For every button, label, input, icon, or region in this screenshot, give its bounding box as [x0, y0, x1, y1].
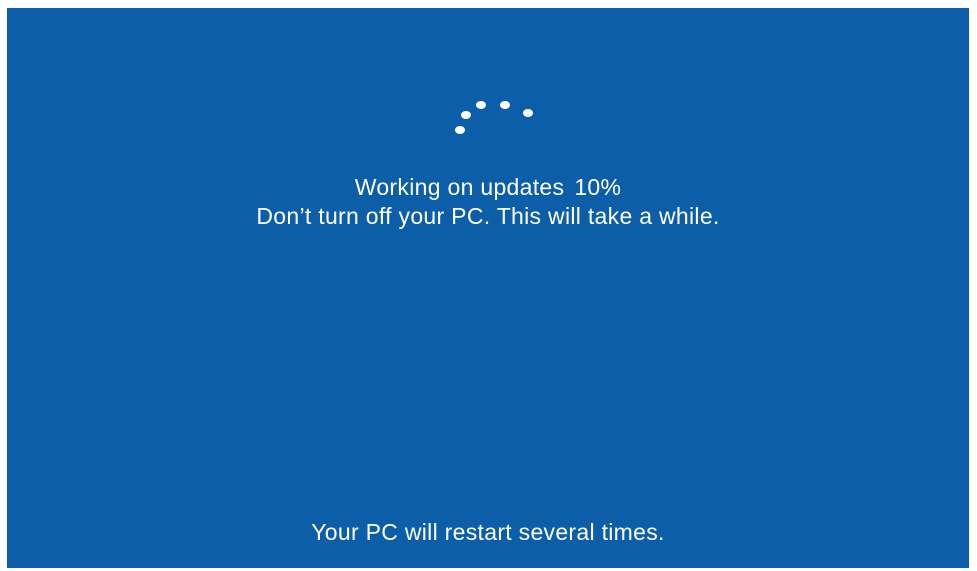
spinner-dot-icon: [461, 111, 471, 119]
spinner-dot-icon: [523, 109, 533, 117]
restart-notice: Your PC will restart several times.: [311, 519, 665, 545]
loading-spinner-icon: [442, 96, 552, 146]
spinner-dot-icon: [455, 126, 465, 134]
spinner-dot-icon: [476, 101, 486, 109]
progress-percent: 10%: [574, 174, 622, 200]
update-status: Working on updates 10% Don’t turn off you…: [7, 173, 969, 231]
update-screen: Working on updates 10% Don’t turn off you…: [7, 8, 969, 568]
status-title: Working on updates: [354, 174, 565, 200]
status-line: Working on updates 10%: [7, 173, 969, 202]
status-warning: Don’t turn off your PC. This will take a…: [256, 203, 720, 229]
spinner-dot-icon: [500, 101, 510, 109]
